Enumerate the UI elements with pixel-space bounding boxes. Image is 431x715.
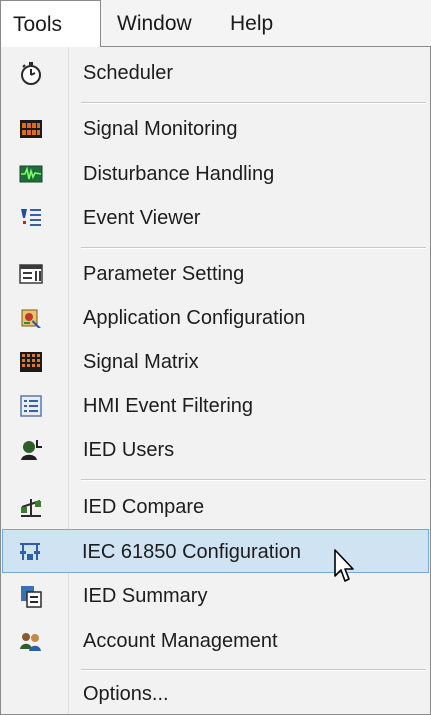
menu-item-label: Signal Matrix (83, 351, 199, 373)
menu-item-label: Signal Monitoring (83, 118, 238, 140)
menu-item-ied-users[interactable]: IED Users (3, 428, 428, 472)
menu-item-label: Scheduler (83, 62, 174, 84)
menu-item-account-management[interactable]: Account Management (3, 619, 428, 663)
menu-item-options[interactable]: Options... (3, 672, 428, 715)
summary-icon (21, 586, 42, 608)
menu-item-scheduler[interactable]: Scheduler (3, 51, 428, 95)
menu-item-label: Application Configuration (83, 307, 306, 329)
separator (81, 247, 426, 249)
menu-item-ied-compare[interactable]: IED Compare (3, 485, 428, 529)
menu-item-label: IED Summary (83, 585, 208, 607)
event-list-icon (21, 209, 41, 226)
accounts-icon (20, 633, 41, 651)
network-config-icon (20, 543, 40, 560)
tools-dropdown-menu: Scheduler Signal Monitoring Disturbance … (0, 46, 431, 715)
menu-item-hmi-event-filtering[interactable]: HMI Event Filtering (3, 384, 428, 428)
stopwatch-icon (21, 62, 41, 85)
separator (81, 479, 426, 481)
app-config-icon (21, 309, 41, 328)
grid-matrix-icon (20, 352, 42, 372)
parameter-list-icon (19, 264, 43, 284)
menu-help[interactable]: Help (230, 0, 273, 47)
menu-item-parameter-setting[interactable]: Parameter Setting (3, 252, 428, 296)
menu-item-disturbance-handling[interactable]: Disturbance Handling (3, 152, 428, 196)
menu-item-label: IEC 61850 Configuration (82, 541, 302, 563)
menu-item-label: Account Management (83, 630, 278, 652)
separator (81, 669, 426, 671)
menu-item-signal-monitoring[interactable]: Signal Monitoring (3, 107, 428, 151)
separator (81, 102, 426, 104)
menu-bar: Tools Window Help (0, 0, 431, 47)
compare-icon (21, 499, 41, 517)
menu-item-iec-61850-configuration[interactable]: IEC 61850 Configuration (2, 529, 429, 573)
menu-item-event-viewer[interactable]: Event Viewer (3, 196, 428, 240)
menu-item-label: IED Compare (83, 496, 205, 518)
waveform-icon (19, 165, 43, 183)
menu-item-label: Parameter Setting (83, 263, 245, 285)
menu-item-ied-summary[interactable]: IED Summary (3, 574, 428, 618)
signal-display-icon (20, 120, 42, 138)
menu-item-signal-matrix[interactable]: Signal Matrix (3, 340, 428, 384)
app-window: Tools Window Help Scheduler Signal Monit… (0, 0, 431, 715)
menu-item-label: Options... (83, 683, 169, 705)
menu-item-label: HMI Event Filtering (83, 395, 254, 417)
menu-item-label: IED Users (83, 439, 175, 461)
mouse-cursor-icon (334, 549, 354, 582)
menu-window[interactable]: Window (117, 0, 192, 47)
menu-item-label: Disturbance Handling (83, 163, 275, 185)
menu-item-label: Event Viewer (83, 207, 201, 229)
menu-tools[interactable]: Tools (0, 0, 101, 47)
filter-list-icon (20, 395, 42, 417)
users-icon (21, 440, 42, 460)
menu-item-application-configuration[interactable]: Application Configuration (3, 296, 428, 340)
